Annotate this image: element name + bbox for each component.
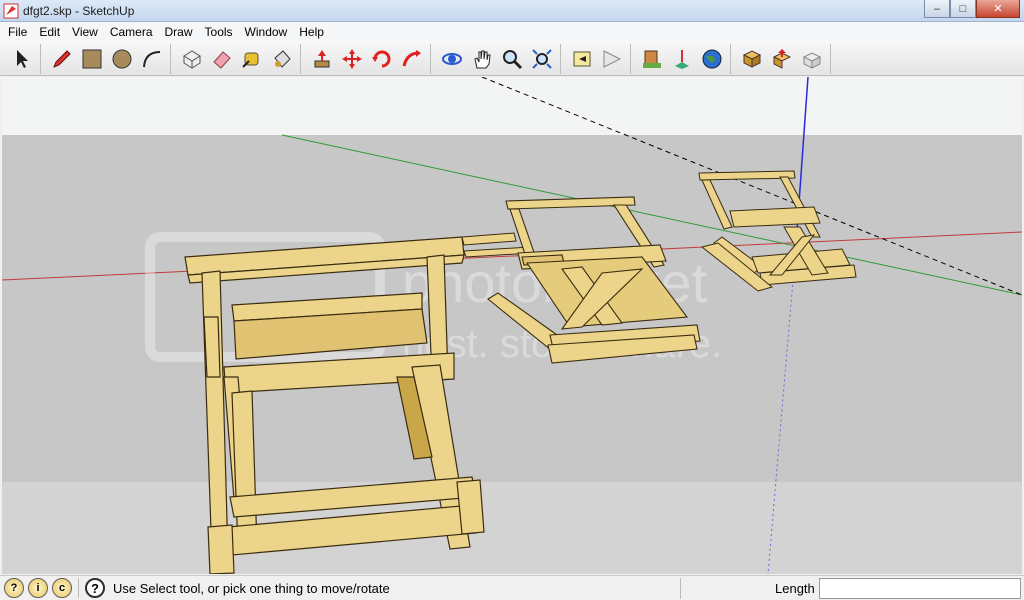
google-earth-button[interactable] <box>698 45 726 73</box>
previous-view-button[interactable] <box>568 45 596 73</box>
horizon-band <box>2 482 1022 574</box>
main-toolbar <box>0 42 1024 76</box>
circle-icon <box>112 49 132 68</box>
follow-me-icon <box>402 49 421 66</box>
make-component-icon <box>183 49 201 69</box>
toolbar-group-modify <box>304 43 431 74</box>
close-button[interactable]: ✕ <box>976 0 1020 18</box>
place-model-icon <box>643 50 661 68</box>
toolbar-group-google <box>634 43 731 74</box>
add-location-button[interactable] <box>668 45 696 73</box>
sketchup-app-icon <box>3 3 19 18</box>
move-icon <box>342 48 362 69</box>
zoom-extents-button[interactable] <box>528 45 556 73</box>
eraser-tool-button[interactable] <box>208 45 236 73</box>
rotate-tool-button[interactable] <box>368 45 396 73</box>
menu-view[interactable]: View <box>66 22 104 42</box>
model-scene: photobucket host. store. share. <box>2 77 1022 574</box>
tape-measure-button[interactable] <box>238 45 266 73</box>
window-title: dfgt2.skp - SketchUp <box>23 3 135 18</box>
toolbar-group-camera <box>434 43 561 74</box>
toolbar-group-edit <box>174 43 301 74</box>
share-model-icon <box>772 48 792 69</box>
window-controls: – □ ✕ <box>924 0 1020 18</box>
measurements-label: Length <box>775 581 815 596</box>
menu-tools[interactable]: Tools <box>199 22 239 42</box>
maximize-button[interactable]: □ <box>950 0 976 18</box>
previous-view-icon <box>573 51 591 66</box>
zoom-icon <box>503 49 523 69</box>
pencil-tool-button[interactable] <box>48 45 76 73</box>
menu-window[interactable]: Window <box>239 22 294 42</box>
move-tool-button[interactable] <box>338 45 366 73</box>
toolbar-group-views <box>564 43 631 74</box>
title-bar: dfgt2.skp - SketchUp – □ ✕ <box>0 0 1024 22</box>
sky-area <box>2 77 1022 135</box>
add-location-icon <box>675 49 689 69</box>
measurements-input[interactable] <box>819 578 1021 599</box>
paint-bucket-button[interactable] <box>268 45 296 73</box>
menu-draw[interactable]: Draw <box>159 22 199 42</box>
menu-file[interactable]: File <box>2 22 33 42</box>
share-component-icon <box>802 51 822 69</box>
model-viewport[interactable]: photobucket host. store. share. <box>2 77 1022 574</box>
help-icon[interactable]: ? <box>85 578 105 598</box>
follow-me-button[interactable] <box>398 45 426 73</box>
arc-icon <box>143 50 161 67</box>
menu-bar: File Edit View Camera Draw Tools Window … <box>0 22 1024 42</box>
share-component-button[interactable] <box>798 45 826 73</box>
rotate-icon <box>372 50 391 67</box>
google-earth-icon <box>702 49 722 68</box>
status-bar: ? i c ? Use Select tool, or pick one thi… <box>0 575 1024 600</box>
eraser-icon <box>213 50 231 69</box>
pencil-icon <box>53 49 71 68</box>
toolbar-group-select <box>4 43 41 74</box>
push-pull-icon <box>314 49 330 67</box>
minimize-button[interactable]: – <box>924 0 950 18</box>
get-models-icon <box>742 49 762 68</box>
paint-bucket-icon <box>274 49 291 68</box>
menu-edit[interactable]: Edit <box>33 22 66 42</box>
rectangle-tool-button[interactable] <box>78 45 106 73</box>
menu-help[interactable]: Help <box>293 22 330 42</box>
push-pull-button[interactable] <box>308 45 336 73</box>
orbit-icon <box>442 52 462 65</box>
select-tool-button[interactable] <box>8 45 36 73</box>
zoom-tool-button[interactable] <box>498 45 526 73</box>
tape-measure-icon <box>242 52 259 68</box>
user-icon[interactable]: c <box>52 578 72 598</box>
menu-camera[interactable]: Camera <box>104 22 159 42</box>
next-view-button[interactable] <box>598 45 626 73</box>
select-icon <box>17 49 28 68</box>
credits-icon[interactable]: i <box>28 578 48 598</box>
orbit-tool-button[interactable] <box>438 45 466 73</box>
toolbar-group-warehouse <box>734 43 831 74</box>
status-divider <box>680 578 681 599</box>
place-model-button[interactable] <box>638 45 666 73</box>
status-separator <box>78 578 79 598</box>
pan-tool-button[interactable] <box>468 45 496 73</box>
sketchup-window: dfgt2.skp - SketchUp – □ ✕ File Edit Vie… <box>0 0 1024 600</box>
status-message: Use Select tool, or pick one thing to mo… <box>113 580 390 596</box>
arc-tool-button[interactable] <box>138 45 166 73</box>
rectangle-icon <box>82 49 102 68</box>
circle-tool-button[interactable] <box>108 45 136 73</box>
make-component-button[interactable] <box>178 45 206 73</box>
share-model-button[interactable] <box>768 45 796 73</box>
get-models-button[interactable] <box>738 45 766 73</box>
pan-icon <box>474 50 491 68</box>
zoom-extents-icon <box>532 48 552 69</box>
toolbar-group-draw <box>44 43 171 74</box>
next-view-icon <box>603 49 622 68</box>
geo-location-icon[interactable]: ? <box>4 578 24 598</box>
